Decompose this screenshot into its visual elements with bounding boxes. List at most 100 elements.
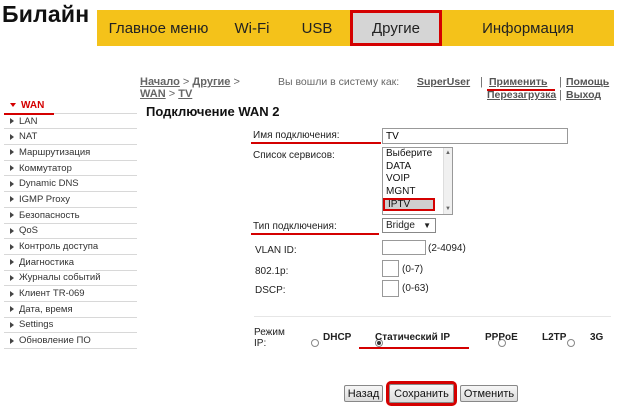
chevron-down-icon bbox=[10, 103, 16, 108]
services-label: Список сервисов: bbox=[253, 150, 335, 161]
radio-dhcp-label: DHCP bbox=[323, 332, 352, 343]
chevron-down-icon: ▼ bbox=[423, 221, 431, 230]
services-listbox[interactable]: Выберите DATA VOIP MGNT IPTV ▲ ▼ bbox=[382, 147, 453, 215]
sidebar-item-datetime[interactable]: Дата, время bbox=[4, 302, 137, 318]
vlan-label: VLAN ID: bbox=[255, 245, 297, 256]
service-option[interactable]: MGNT bbox=[383, 186, 452, 199]
breadcrumb: Начало > Другие > bbox=[140, 76, 240, 88]
breadcrumb-sep: > bbox=[182, 76, 190, 88]
p8021-hint: (0-7) bbox=[402, 264, 424, 275]
sidebar-item-label: Маршрутизация bbox=[19, 146, 91, 158]
session-sep: | bbox=[480, 76, 483, 88]
sidebar-item-switch[interactable]: Коммутатор bbox=[4, 161, 137, 177]
radio-dhcp[interactable] bbox=[311, 339, 319, 347]
tab-usb[interactable]: USB bbox=[284, 10, 350, 46]
p8021-input[interactable] bbox=[382, 260, 399, 277]
beeline-logo: Билайн bbox=[2, 1, 90, 27]
tab-wifi[interactable]: Wi-Fi bbox=[220, 10, 284, 46]
dscp-input[interactable] bbox=[382, 280, 399, 297]
ip-mode-label: Режим bbox=[254, 327, 285, 338]
service-option[interactable]: DATA bbox=[383, 161, 452, 174]
page-title: Подключение WAN 2 bbox=[146, 104, 280, 119]
save-button[interactable]: Сохранить bbox=[386, 381, 457, 406]
apply-link[interactable]: Применить bbox=[489, 76, 547, 88]
breadcrumb-tv[interactable]: TV bbox=[178, 88, 192, 100]
sidebar-item-label: Клиент TR-069 bbox=[19, 288, 85, 300]
sidebar: WAN LAN NAT Маршрутизация Коммутатор Dyn… bbox=[4, 98, 137, 349]
reboot-link[interactable]: Перезагрузка bbox=[487, 89, 556, 101]
service-option[interactable]: Выберите bbox=[383, 148, 452, 161]
sidebar-item-access-control[interactable]: Контроль доступа bbox=[4, 239, 137, 255]
conn-name-input[interactable] bbox=[382, 128, 568, 144]
chevron-right-icon bbox=[10, 133, 14, 140]
chevron-right-icon bbox=[10, 290, 14, 297]
sidebar-item-wan[interactable]: WAN bbox=[4, 98, 137, 114]
breadcrumb-sep: > bbox=[168, 88, 176, 100]
breadcrumb-line2: WAN > TV bbox=[140, 88, 192, 100]
top-nav: Главное меню Wi-Fi USB Другие Информация bbox=[97, 10, 614, 46]
sidebar-item-label: Dynamic DNS bbox=[19, 178, 79, 190]
sidebar-item-settings[interactable]: Settings bbox=[4, 318, 137, 334]
dscp-label: DSCP: bbox=[255, 285, 286, 296]
back-button[interactable]: Назад bbox=[344, 385, 383, 402]
divider bbox=[254, 316, 611, 317]
sidebar-item-firmware[interactable]: Обновление ПО bbox=[4, 333, 137, 349]
breadcrumb-sep: > bbox=[233, 76, 240, 88]
chevron-right-icon bbox=[10, 165, 14, 172]
conn-name-label: Имя подключения: bbox=[253, 130, 340, 141]
sidebar-item-igmp[interactable]: IGMP Proxy bbox=[4, 192, 137, 208]
chevron-right-icon bbox=[10, 196, 14, 203]
sidebar-item-label: Безопасность bbox=[19, 209, 80, 221]
vlan-hint: (2-4094) bbox=[428, 243, 466, 254]
breadcrumb-other[interactable]: Другие bbox=[192, 76, 230, 88]
chevron-right-icon bbox=[10, 306, 14, 313]
user-link[interactable]: SuperUser bbox=[417, 76, 470, 88]
conn-type-value: Bridge bbox=[386, 220, 415, 231]
wan-highlight bbox=[4, 113, 54, 115]
sidebar-item-diagnostics[interactable]: Диагностика bbox=[4, 255, 137, 271]
sidebar-item-routing[interactable]: Маршрутизация bbox=[4, 145, 137, 161]
sidebar-item-label: LAN bbox=[19, 115, 38, 127]
tab-information[interactable]: Информация bbox=[442, 10, 614, 46]
sidebar-item-label: Обновление ПО bbox=[19, 335, 91, 347]
sidebar-item-label: Коммутатор bbox=[19, 162, 72, 174]
breadcrumb-wan[interactable]: WAN bbox=[140, 88, 166, 100]
conn-name-highlight bbox=[251, 142, 381, 144]
chevron-right-icon bbox=[10, 243, 14, 250]
radio-l2tp-label: L2TP bbox=[542, 332, 567, 343]
conn-type-select[interactable]: Bridge ▼ bbox=[382, 218, 436, 233]
radio-l2tp[interactable] bbox=[567, 339, 576, 347]
help-link[interactable]: Помощь bbox=[566, 76, 609, 88]
scroll-down-icon[interactable]: ▼ bbox=[444, 206, 452, 212]
tab-other[interactable]: Другие bbox=[350, 10, 442, 46]
sidebar-item-logs[interactable]: Журналы событий bbox=[4, 271, 137, 287]
tab-main-menu[interactable]: Главное меню bbox=[97, 10, 220, 46]
sidebar-item-label: Дата, время bbox=[19, 303, 73, 315]
chevron-right-icon bbox=[10, 118, 14, 125]
dscp-hint: (0-63) bbox=[402, 283, 429, 294]
session-sep: | bbox=[559, 89, 562, 101]
sidebar-item-qos[interactable]: QoS bbox=[4, 224, 137, 240]
sidebar-item-tr069[interactable]: Клиент TR-069 bbox=[4, 286, 137, 302]
services-scrollbar[interactable]: ▲ ▼ bbox=[443, 148, 452, 214]
sidebar-item-nat[interactable]: NAT bbox=[4, 129, 137, 146]
chevron-right-icon bbox=[10, 149, 14, 156]
chevron-right-icon bbox=[10, 337, 14, 344]
vlan-input[interactable] bbox=[382, 240, 426, 255]
chevron-right-icon bbox=[10, 227, 14, 234]
p8021-label: 802.1p: bbox=[255, 266, 289, 277]
sidebar-item-label: IGMP Proxy bbox=[19, 193, 71, 205]
service-option-selected[interactable]: IPTV bbox=[383, 198, 435, 211]
sidebar-item-lan[interactable]: LAN bbox=[4, 114, 137, 130]
sidebar-item-ddns[interactable]: Dynamic DNS bbox=[4, 176, 137, 193]
breadcrumb-home[interactable]: Начало bbox=[140, 76, 180, 88]
cancel-button[interactable]: Отменить bbox=[460, 385, 518, 402]
scroll-up-icon[interactable]: ▲ bbox=[444, 150, 452, 156]
sidebar-item-label: Диагностика bbox=[19, 256, 75, 268]
sidebar-item-security[interactable]: Безопасность bbox=[4, 208, 137, 224]
chevron-right-icon bbox=[10, 259, 14, 266]
logged-in-text: Вы вошли в систему как: bbox=[278, 76, 400, 88]
service-option[interactable]: VOIP bbox=[383, 173, 452, 186]
chevron-right-icon bbox=[10, 321, 14, 328]
logout-link[interactable]: Выход bbox=[566, 89, 601, 101]
